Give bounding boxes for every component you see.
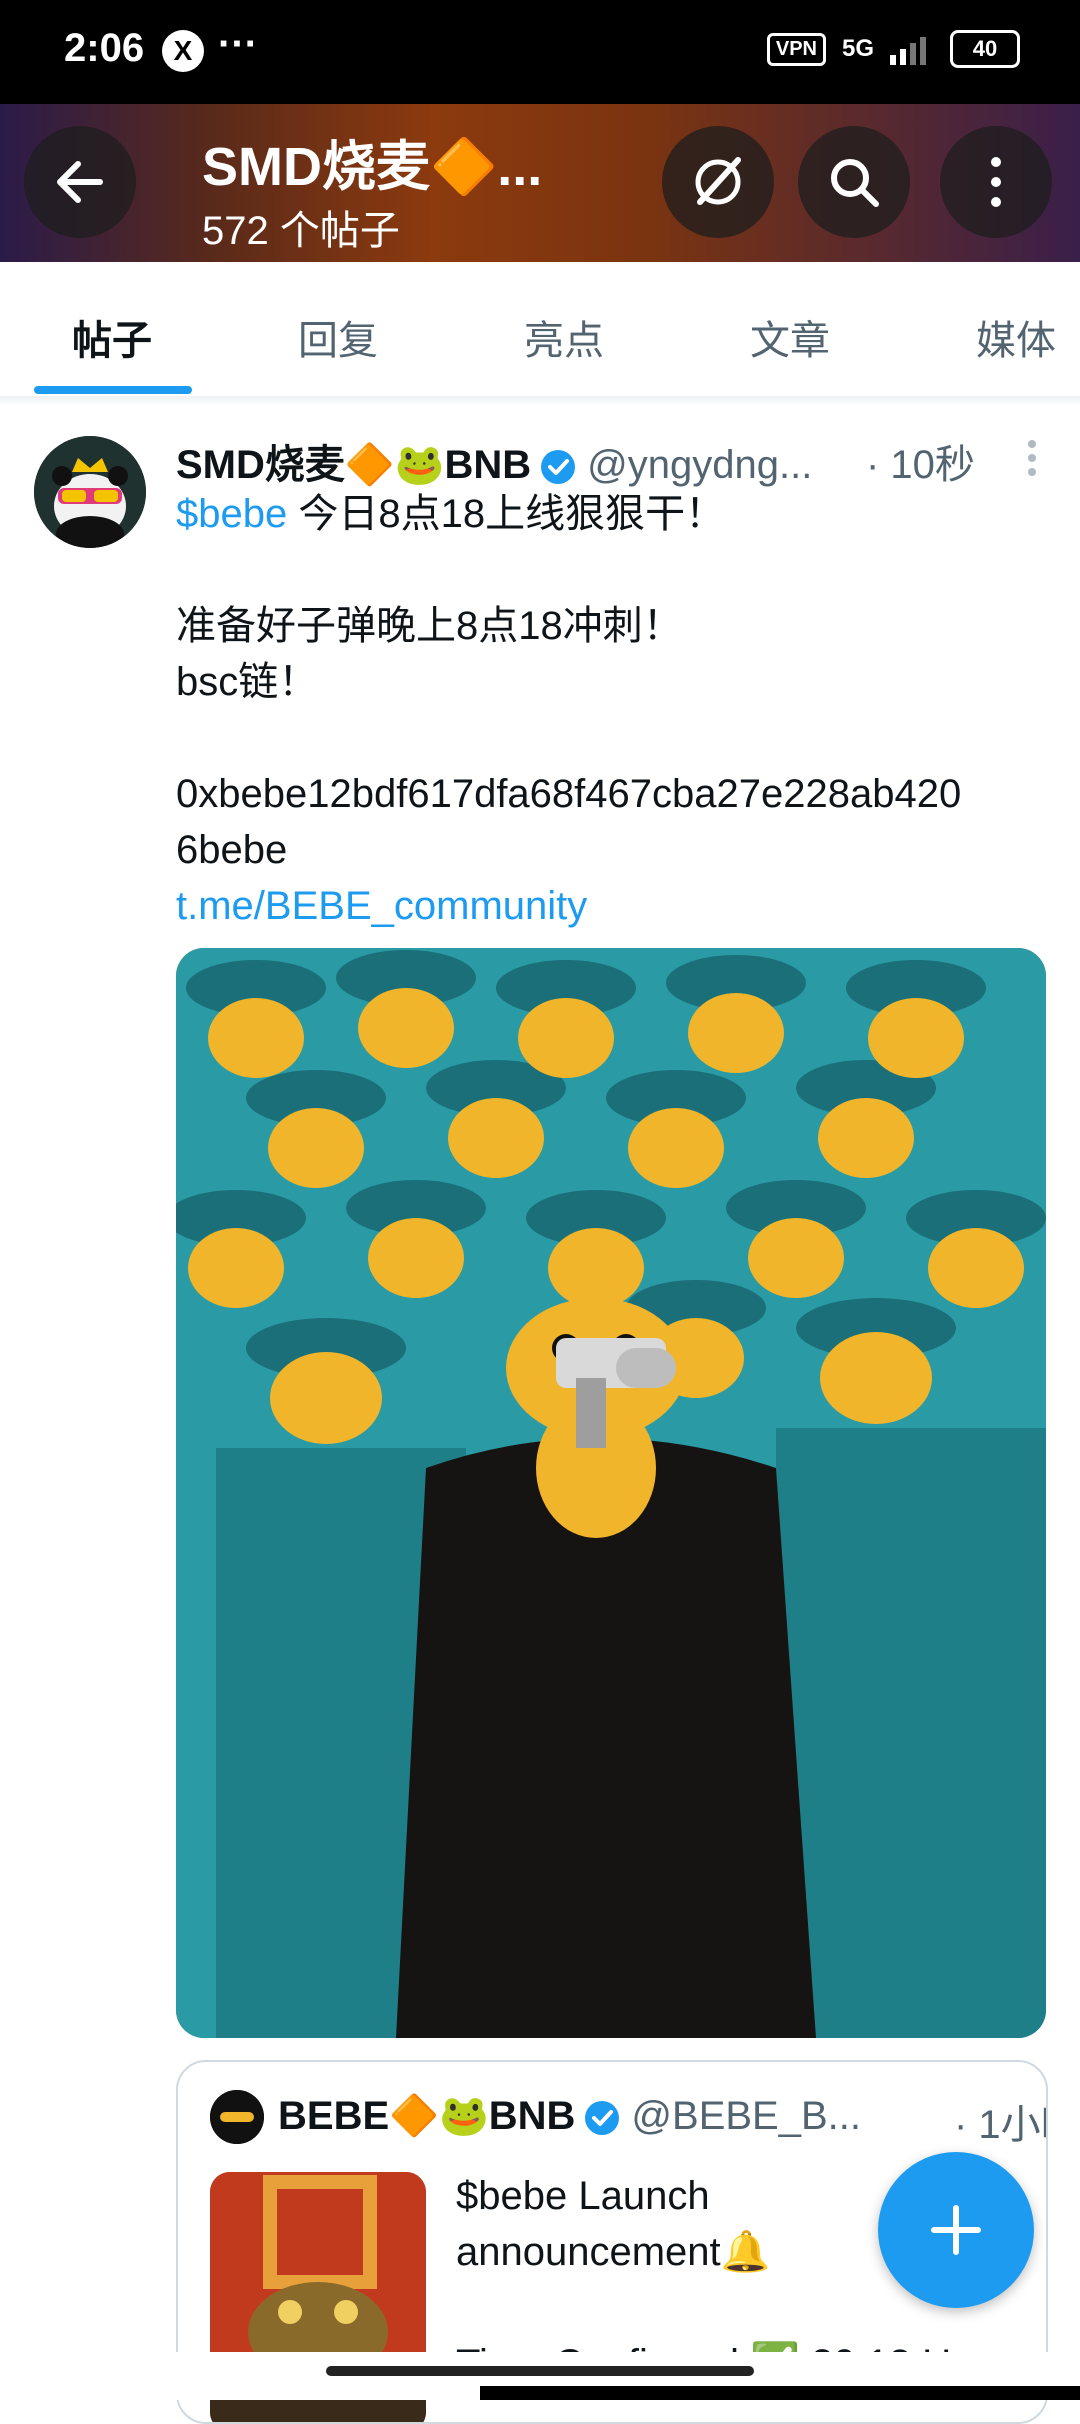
more-vertical-icon (991, 157, 1001, 207)
active-tab-indicator (34, 386, 192, 394)
battery-icon: 40 (950, 30, 1020, 68)
verified-badge-icon (541, 450, 576, 485)
tab-highlights[interactable]: 亮点 (524, 308, 604, 366)
frog-avatar-icon (210, 2090, 264, 2144)
author-handle[interactable]: @yngydng... (587, 443, 812, 487)
status-bar: 2:06 X ··· VPN 5G 40 (0, 0, 1080, 104)
quote-header: BEBE🔶🐸BNB @BEBE_B... · 1小时 (278, 2092, 1046, 2147)
post-count: 572 个帖子 (202, 209, 400, 253)
quote-timestamp: · 1小时 (954, 2103, 1046, 2147)
cashtag-link[interactable]: $bebe (176, 492, 287, 536)
search-button[interactable] (798, 126, 910, 238)
x-app-icon: X (162, 30, 204, 72)
tab-posts[interactable]: 帖子 (72, 308, 152, 366)
more-options-button[interactable] (940, 126, 1052, 238)
status-indicators: VPN 5G 40 (766, 30, 1020, 68)
avatar[interactable] (34, 436, 146, 548)
gesture-nav-bar (0, 2352, 1080, 2400)
tab-articles[interactable]: 文章 (750, 308, 830, 366)
author-name[interactable]: SMD烧麦🔶🐸BNB (176, 443, 531, 487)
post-more-icon[interactable] (1012, 438, 1052, 478)
status-dots: ··· (218, 22, 258, 66)
contract-address-line-2: 6bebe (176, 828, 288, 872)
frog-gunman-illustration (176, 948, 1046, 2038)
post-timestamp: · 10秒 (866, 443, 975, 487)
profile-header: SMD烧麦🔶... 572 个帖子 (0, 104, 1080, 262)
plus-icon (931, 2205, 981, 2255)
vpn-icon: VPN (766, 32, 826, 66)
tabs-divider (0, 398, 1080, 406)
post-text: $bebe 今日8点18上线狠狠干！ 准备好子弹晚上8点18冲刺！ bsc链！ … (176, 486, 1046, 934)
quote-author-handle: @BEBE_B... (631, 2094, 861, 2138)
grok-button[interactable] (662, 126, 774, 238)
signal-icon: 5G (841, 35, 874, 62)
quote-author-name: BEBE🔶🐸BNB (278, 2094, 576, 2138)
post-image[interactable] (176, 948, 1046, 2038)
quote-avatar (210, 2090, 264, 2144)
telegram-link[interactable]: t.me/BEBE_community (176, 884, 587, 928)
post-header: SMD烧麦🔶🐸BNB @yngydng... · 10秒 (176, 432, 1056, 488)
quote-line-1: $bebe Launch (456, 2174, 710, 2218)
tab-media[interactable]: 媒体 (976, 308, 1056, 366)
grok-icon (695, 157, 741, 205)
verified-badge-icon (585, 2101, 620, 2136)
arrow-left-icon (57, 161, 103, 203)
quote-line-2: announcement🔔 (456, 2230, 771, 2274)
profile-tabs: 帖子 回复 亮点 文章 媒体 (0, 262, 1080, 398)
nav-bar-edge (480, 2386, 1080, 2400)
status-time: 2:06 (64, 26, 145, 70)
panda-avatar-icon (34, 436, 146, 548)
home-indicator[interactable] (326, 2366, 754, 2376)
post-line-3: bsc链！ (176, 660, 319, 704)
post-line-2: 准备好子弹晚上8点18冲刺！ (176, 604, 683, 648)
signal-bars-icon (890, 37, 926, 65)
search-icon (831, 159, 879, 207)
back-button[interactable] (24, 126, 136, 238)
compose-button[interactable] (878, 2152, 1034, 2308)
profile-title: SMD烧麦🔶... (202, 137, 543, 197)
tab-replies[interactable]: 回复 (298, 308, 378, 366)
contract-address-line-1: 0xbebe12bdf617dfa68f467cba27e228ab420 (176, 772, 962, 816)
post-line-1: 今日8点18上线狠狠干！ (287, 492, 726, 536)
